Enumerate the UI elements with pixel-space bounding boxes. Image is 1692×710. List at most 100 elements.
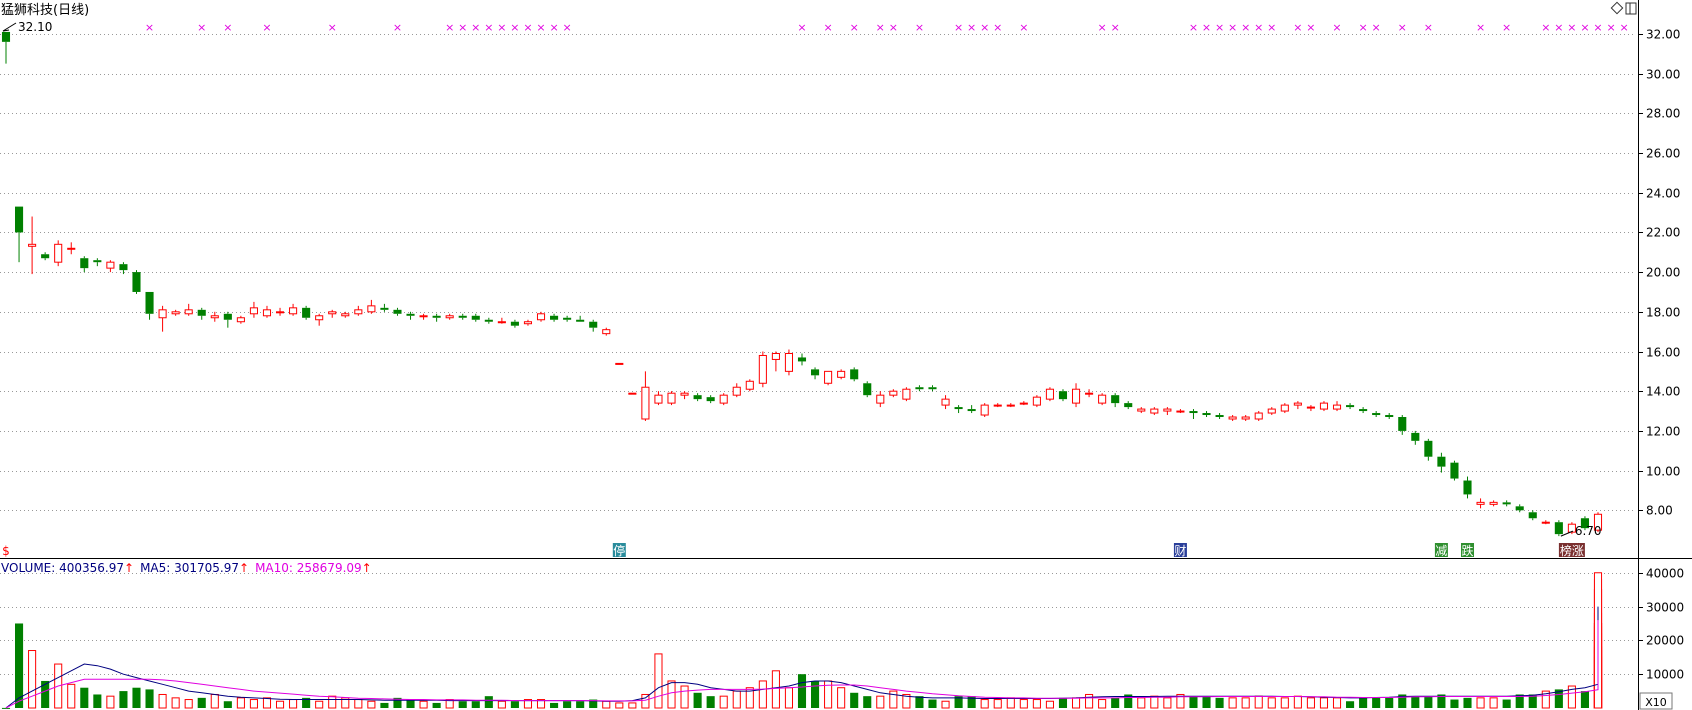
volume-bar	[706, 696, 715, 708]
volume-bar	[1502, 699, 1511, 708]
volume-bar	[928, 699, 937, 708]
price-tick-label: 18.00	[1646, 306, 1680, 320]
volume-bar	[1111, 697, 1120, 708]
event-label-text: 财	[1174, 544, 1186, 558]
volume-bar	[197, 697, 206, 708]
event-label[interactable]: 跌	[1461, 543, 1475, 558]
marker-x: ×	[549, 21, 558, 34]
volume-bar	[223, 701, 232, 708]
volume-bar	[145, 689, 154, 708]
price-tick-label: 22.00	[1646, 226, 1680, 240]
high-price-label: 32.10	[18, 20, 52, 34]
marker-x: ×	[1606, 21, 1615, 34]
candle	[850, 367, 859, 382]
marker-x: ×	[471, 21, 480, 34]
volume-bar	[119, 691, 128, 708]
volume-bar	[628, 702, 637, 709]
candle	[615, 362, 624, 365]
volume-bar	[275, 700, 285, 709]
candle	[745, 379, 754, 392]
volume-bar	[693, 692, 702, 708]
marker-x: ×	[915, 21, 924, 34]
legend-volume-arrow: ↑	[124, 561, 134, 575]
volume-bar	[1280, 697, 1289, 709]
volume-scale-label: X10	[1639, 692, 1673, 710]
volume-bar	[719, 695, 728, 709]
event-label[interactable]: 停	[612, 543, 626, 558]
volume-bar	[615, 702, 624, 709]
marker-x: ×	[1228, 21, 1237, 34]
event-label-text: 停	[613, 543, 625, 558]
volume-bar	[1450, 699, 1459, 708]
volume-bar	[550, 702, 559, 708]
marker-x: ×	[1567, 21, 1576, 34]
volume-bar	[1189, 696, 1198, 708]
window-toggle-icon[interactable]	[1625, 2, 1637, 15]
candle	[1280, 403, 1289, 414]
event-label[interactable]: $	[2, 544, 10, 558]
price-tick-label: 10.00	[1646, 465, 1680, 479]
marker-x: ×	[1332, 21, 1341, 34]
legend-ma10-arrow: ↑	[362, 561, 372, 575]
stock-chart[interactable]: × × × × × × × × × × × × × × × × × × × × × × × × × × × × × × × × × × × × × × × ×…	[0, 0, 1692, 710]
volume-bar	[732, 690, 741, 709]
volume-bar	[667, 680, 676, 709]
volume-bar	[184, 699, 193, 709]
chart-title: 猛狮科技(日线)	[1, 3, 89, 18]
volume-bar	[80, 687, 89, 708]
candle	[1032, 395, 1041, 408]
marker-x: ×	[1580, 21, 1589, 34]
volume-bar	[210, 693, 219, 709]
volume-bar	[41, 680, 50, 708]
volume-bar	[354, 699, 363, 709]
volume-bar	[406, 699, 415, 708]
marker-x: ×	[1254, 21, 1263, 34]
volume-bar	[158, 693, 167, 709]
candle	[1045, 387, 1054, 402]
volume-bar	[1006, 697, 1015, 709]
event-label-text: $	[2, 544, 10, 558]
price-tick-label: 24.00	[1646, 187, 1680, 201]
low-price-label: 6.70	[1575, 524, 1602, 538]
price-tick-label: 14.00	[1646, 385, 1680, 399]
volume-bar	[889, 690, 898, 709]
event-label-text: 榜涨	[1560, 543, 1584, 558]
legend-volume: VOLUME: 400356.97	[1, 561, 124, 575]
candle	[1450, 460, 1459, 481]
volume-bar	[1424, 696, 1433, 708]
marker-x: ×	[1424, 21, 1433, 34]
candle	[1098, 393, 1107, 406]
volume-bar	[980, 699, 989, 709]
volume-bar	[837, 687, 846, 709]
volume-bar	[106, 695, 115, 709]
event-label[interactable]: 减	[1434, 543, 1448, 558]
price-tick-label: 16.00	[1646, 346, 1680, 360]
volume-bar	[419, 700, 428, 709]
event-label[interactable]: 财	[1173, 543, 1187, 558]
marker-x: ×	[1554, 21, 1563, 34]
marker-x: ×	[980, 21, 989, 34]
candle	[719, 393, 728, 406]
volume-bar	[93, 694, 102, 708]
legend-ma5: MA5: 301705.97	[140, 561, 239, 575]
marker-x: ×	[1202, 21, 1211, 34]
volume-legend: VOLUME: 400356.97↑ MA5: 301705.97↑ MA10: 2…	[1, 561, 372, 575]
event-label-text: 跌	[1462, 543, 1474, 558]
event-label[interactable]: 榜涨	[1558, 543, 1585, 558]
volume-bar	[249, 699, 258, 709]
volume-bar	[1071, 697, 1081, 709]
candle	[980, 403, 989, 418]
marker-x: ×	[445, 21, 454, 34]
candle	[758, 351, 767, 388]
marker-x: ×	[889, 21, 898, 34]
volume-bar	[993, 699, 1002, 709]
marker-x: ×	[954, 21, 963, 34]
volume-bar	[1476, 697, 1485, 709]
marker-x: ×	[497, 21, 506, 34]
marker-x: ×	[1267, 21, 1276, 34]
volume-bar	[484, 696, 493, 708]
marker-x: ×	[1593, 21, 1602, 34]
volume-bar	[876, 695, 885, 709]
volume-bar	[1098, 699, 1107, 709]
marker-x: ×	[993, 21, 1002, 34]
